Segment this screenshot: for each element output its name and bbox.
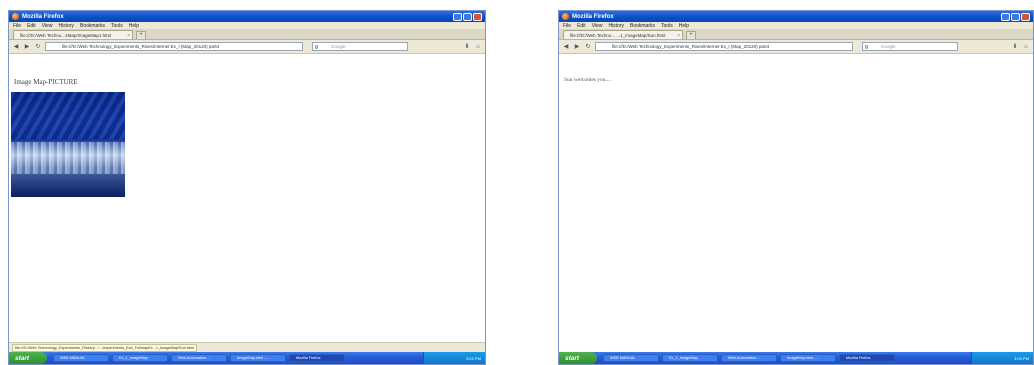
search-input[interactable]: g Google bbox=[312, 42, 408, 51]
close-button[interactable] bbox=[1021, 12, 1030, 21]
screenshot-comparison: Mozilla Firefox File Edit View History B… bbox=[0, 0, 1034, 365]
google-icon: g bbox=[315, 44, 319, 50]
menu-tools[interactable]: Tools bbox=[111, 23, 123, 29]
taskbar-item[interactable]: ImageMap.html - ... bbox=[780, 354, 836, 362]
tab-strip: file:///D:/Web Techno... ...1_ImageMap/S… bbox=[559, 30, 1033, 40]
menu-history[interactable]: History bbox=[608, 23, 624, 29]
menu-edit[interactable]: Edit bbox=[27, 23, 36, 29]
taskbar: start WEB MANUAL Ex_1_ImageMap Web-Autom… bbox=[9, 352, 485, 364]
tab-sun[interactable]: file:///D:/Web Techno... ...1_ImageMap/S… bbox=[563, 30, 683, 39]
tab-label: file:///D:/Web Techno... ...1_ImageMap/S… bbox=[570, 32, 666, 38]
download-icon[interactable]: ⬇ bbox=[1011, 43, 1019, 50]
window-title: Mozilla Firefox bbox=[22, 13, 64, 20]
menu-help[interactable]: Help bbox=[129, 23, 139, 29]
home-icon[interactable]: ⌂ bbox=[1022, 44, 1030, 50]
menu-bookmarks[interactable]: Bookmarks bbox=[630, 23, 655, 29]
close-button[interactable] bbox=[473, 12, 482, 21]
new-tab-button[interactable]: + bbox=[686, 31, 696, 39]
firefox-icon bbox=[562, 13, 569, 20]
navigation-bar: ◀ ▶ ↻ file:///D:/Web Technology_Experime… bbox=[9, 40, 485, 54]
taskbar-item[interactable]: Ex_1_ImageMap bbox=[112, 354, 168, 362]
menu-view[interactable]: View bbox=[592, 23, 603, 29]
window-title: Mozilla Firefox bbox=[572, 13, 614, 20]
taskbar-item[interactable]: Mozilla Firefox bbox=[289, 354, 345, 362]
menu-bar: File Edit View History Bookmarks Tools H… bbox=[559, 22, 1033, 30]
right-browser-window: Mozilla Firefox File Edit View History B… bbox=[558, 10, 1034, 365]
download-icon[interactable]: ⬇ bbox=[463, 43, 471, 50]
system-tray-clock[interactable]: 3:03 PM bbox=[971, 352, 1033, 364]
menu-history[interactable]: History bbox=[58, 23, 74, 29]
maximize-button[interactable] bbox=[1011, 12, 1020, 21]
tab-close-icon[interactable]: × bbox=[127, 33, 130, 39]
start-button[interactable]: start bbox=[559, 352, 597, 364]
url-input[interactable]: file:///D:/Web Technology_Experiments_Ri… bbox=[595, 42, 853, 51]
taskbar: start WEB MANUAL Ex_1_ImageMap Web-Autom… bbox=[559, 352, 1033, 364]
menu-file[interactable]: File bbox=[13, 23, 21, 29]
search-input[interactable]: g Google bbox=[862, 42, 958, 51]
taskbar-items: WEB MANUAL Ex_1_ImageMap Web-Automation … bbox=[53, 354, 423, 362]
firefox-icon bbox=[12, 13, 19, 20]
taskbar-item[interactable]: WEB MANUAL bbox=[603, 354, 659, 362]
forward-arrow-icon[interactable]: ▶ bbox=[573, 43, 581, 50]
menu-edit[interactable]: Edit bbox=[577, 23, 586, 29]
menu-bookmarks[interactable]: Bookmarks bbox=[80, 23, 105, 29]
home-icon[interactable]: ⌂ bbox=[474, 44, 482, 50]
new-tab-button[interactable]: + bbox=[136, 31, 146, 39]
maximize-button[interactable] bbox=[463, 12, 472, 21]
minimize-button[interactable] bbox=[1001, 12, 1010, 21]
back-arrow-icon[interactable]: ◀ bbox=[12, 43, 20, 50]
tab-label: file:///D:/Web Techno...4Map/ImageMap1.h… bbox=[20, 32, 112, 38]
menu-tools[interactable]: Tools bbox=[661, 23, 673, 29]
taskbar-item[interactable]: Web-Automation ... bbox=[171, 354, 227, 362]
system-tray-clock[interactable]: 3:02 PM bbox=[423, 352, 485, 364]
start-button[interactable]: start bbox=[9, 352, 47, 364]
page-text: Sun welcomes you.... bbox=[564, 77, 612, 83]
status-bar: file:///D:/Web Technology_Experiments_Ri… bbox=[9, 342, 485, 352]
window-controls bbox=[1001, 12, 1030, 21]
back-arrow-icon[interactable]: ◀ bbox=[562, 43, 570, 50]
google-icon: g bbox=[865, 44, 869, 50]
reload-icon[interactable]: ↻ bbox=[584, 43, 592, 50]
page-content: Image Map-PICTURE bbox=[9, 55, 485, 340]
image-map-picture[interactable] bbox=[11, 92, 125, 197]
page-heading: Image Map-PICTURE bbox=[14, 78, 78, 86]
taskbar-item[interactable]: Ex_1_ImageMap bbox=[662, 354, 718, 362]
menu-view[interactable]: View bbox=[42, 23, 53, 29]
tab-imagemap[interactable]: file:///D:/Web Techno...4Map/ImageMap1.h… bbox=[13, 30, 133, 39]
url-input[interactable]: file:///D:/Web Technology_Experiments_Ri… bbox=[45, 42, 303, 51]
search-placeholder: Google bbox=[331, 44, 346, 49]
search-placeholder: Google bbox=[881, 44, 896, 49]
menu-bar: File Edit View History Bookmarks Tools H… bbox=[9, 22, 485, 30]
menu-file[interactable]: File bbox=[563, 23, 571, 29]
forward-arrow-icon[interactable]: ▶ bbox=[23, 43, 31, 50]
taskbar-item[interactable]: Mozilla Firefox bbox=[839, 354, 895, 362]
status-link-text: file:///D:/Web Technology_Experiments_Ri… bbox=[12, 343, 198, 352]
minimize-button[interactable] bbox=[453, 12, 462, 21]
page-content: Sun welcomes you.... bbox=[559, 55, 1033, 340]
taskbar-item[interactable]: Web-Automation ... bbox=[721, 354, 777, 362]
menu-help[interactable]: Help bbox=[679, 23, 689, 29]
tab-close-icon[interactable]: × bbox=[677, 33, 680, 39]
taskbar-item[interactable]: ImageMap.html - ... bbox=[230, 354, 286, 362]
title-bar[interactable]: Mozilla Firefox bbox=[559, 11, 1033, 22]
taskbar-items: WEB MANUAL Ex_1_ImageMap Web-Automation … bbox=[603, 354, 971, 362]
tab-strip: file:///D:/Web Techno...4Map/ImageMap1.h… bbox=[9, 30, 485, 40]
reload-icon[interactable]: ↻ bbox=[34, 43, 42, 50]
left-browser-window: Mozilla Firefox File Edit View History B… bbox=[8, 10, 486, 365]
taskbar-item[interactable]: WEB MANUAL bbox=[53, 354, 109, 362]
navigation-bar: ◀ ▶ ↻ file:///D:/Web Technology_Experime… bbox=[559, 40, 1033, 54]
title-bar[interactable]: Mozilla Firefox bbox=[9, 11, 485, 22]
window-controls bbox=[453, 12, 482, 21]
